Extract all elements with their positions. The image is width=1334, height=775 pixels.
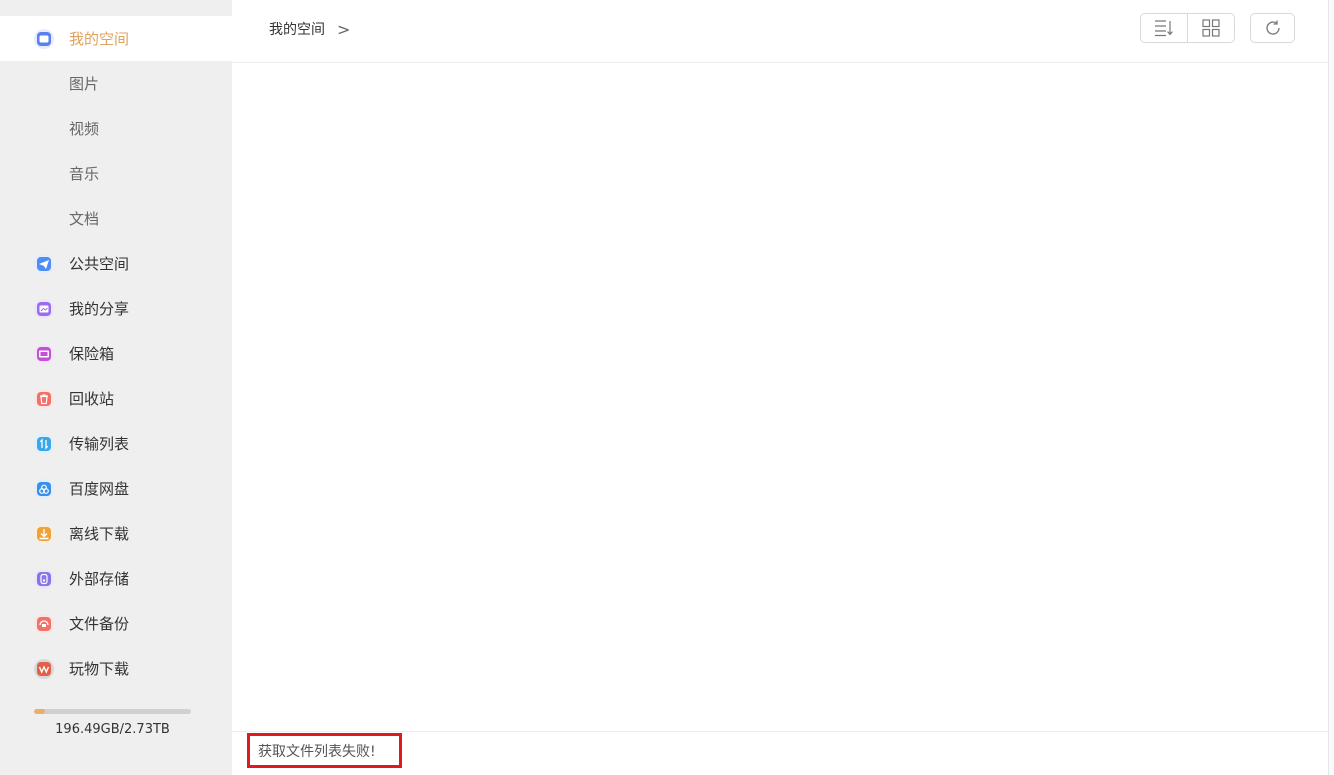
trash-icon (34, 388, 54, 409)
sidebar-item-2[interactable]: 图片 (0, 61, 232, 106)
sidebar-item-label: 图片 (69, 75, 100, 93)
sidebar-item-6[interactable]: 公共空间 (0, 241, 232, 286)
sidebar-item-label: 我的分享 (69, 300, 130, 318)
sidebar-item-4[interactable]: 音乐 (0, 151, 232, 196)
sidebar-item-label: 文件备份 (69, 615, 130, 633)
wanwu-download-icon (34, 658, 54, 679)
sidebar-item-label: 外部存储 (69, 570, 130, 588)
sidebar-item-9[interactable]: 回收站 (0, 376, 232, 421)
sidebar-item-label: 保险箱 (69, 345, 115, 363)
sidebar-item-label: 公共空间 (69, 255, 130, 273)
breadcrumb[interactable]: 我的空间 > (269, 19, 350, 39)
sidebar-item-label: 视频 (69, 120, 100, 138)
storage-progress-fill (34, 709, 45, 714)
grid-view-icon[interactable] (1187, 14, 1234, 42)
refresh-button[interactable] (1250, 13, 1295, 43)
breadcrumb-item[interactable]: 我的空间 (269, 19, 325, 39)
refresh-icon (1265, 20, 1280, 35)
transfer-icon (34, 433, 54, 454)
sidebar-item-11[interactable]: 百度网盘 (0, 466, 232, 511)
sidebar-item-5[interactable]: 文档 (0, 196, 232, 241)
status-bar: 获取文件列表失败! (232, 731, 1328, 775)
chevron-right-icon: > (337, 19, 351, 39)
share-icon (34, 298, 54, 319)
my-space-icon (34, 28, 54, 49)
error-message-box: 获取文件列表失败! (247, 733, 402, 768)
sidebar-item-label: 玩物下载 (69, 660, 130, 678)
app-window: 我的空间图片视频音乐文档公共空间我的分享保险箱回收站传输列表百度网盘离线下载外部… (0, 0, 1334, 775)
window-edge (1328, 0, 1334, 775)
sidebar-item-label: 百度网盘 (69, 480, 130, 498)
sidebar-item-12[interactable]: 离线下载 (0, 511, 232, 556)
sidebar-item-3[interactable]: 视频 (0, 106, 232, 151)
sidebar-item-label: 回收站 (69, 390, 115, 408)
view-toggle-group (1140, 13, 1235, 43)
error-message: 获取文件列表失败! (258, 743, 376, 760)
sidebar-item-15[interactable]: 玩物下载 (0, 646, 232, 691)
toolbar: 我的空间 > (232, 0, 1328, 63)
external-storage-icon (34, 568, 54, 589)
paper-plane-icon (34, 253, 54, 274)
storage-usage-text: 196.49GB/2.73TB (55, 722, 170, 737)
sidebar-item-10[interactable]: 传输列表 (0, 421, 232, 466)
sidebar-item-7[interactable]: 我的分享 (0, 286, 232, 331)
sidebar-item-14[interactable]: 文件备份 (0, 601, 232, 646)
sidebar-item-label: 传输列表 (69, 435, 130, 453)
sidebar-item-13[interactable]: 外部存储 (0, 556, 232, 601)
storage-progress-bar (34, 709, 191, 714)
sidebar-item-label: 离线下载 (69, 525, 130, 543)
offline-download-icon (34, 523, 54, 544)
sidebar-item-label: 文档 (69, 210, 100, 228)
baidu-cloud-icon (34, 478, 54, 499)
sidebar: 我的空间图片视频音乐文档公共空间我的分享保险箱回收站传输列表百度网盘离线下载外部… (0, 0, 232, 775)
safe-icon (34, 343, 54, 364)
sort-list-icon[interactable] (1141, 14, 1187, 42)
sidebar-item-label: 我的空间 (69, 30, 130, 48)
sidebar-item-label: 音乐 (69, 165, 100, 183)
main-panel: 我的空间 > 获取文件列表失败! (232, 0, 1328, 775)
sidebar-item-8[interactable]: 保险箱 (0, 331, 232, 376)
file-backup-icon (34, 613, 54, 634)
sidebar-item-1[interactable]: 我的空间 (0, 16, 232, 61)
